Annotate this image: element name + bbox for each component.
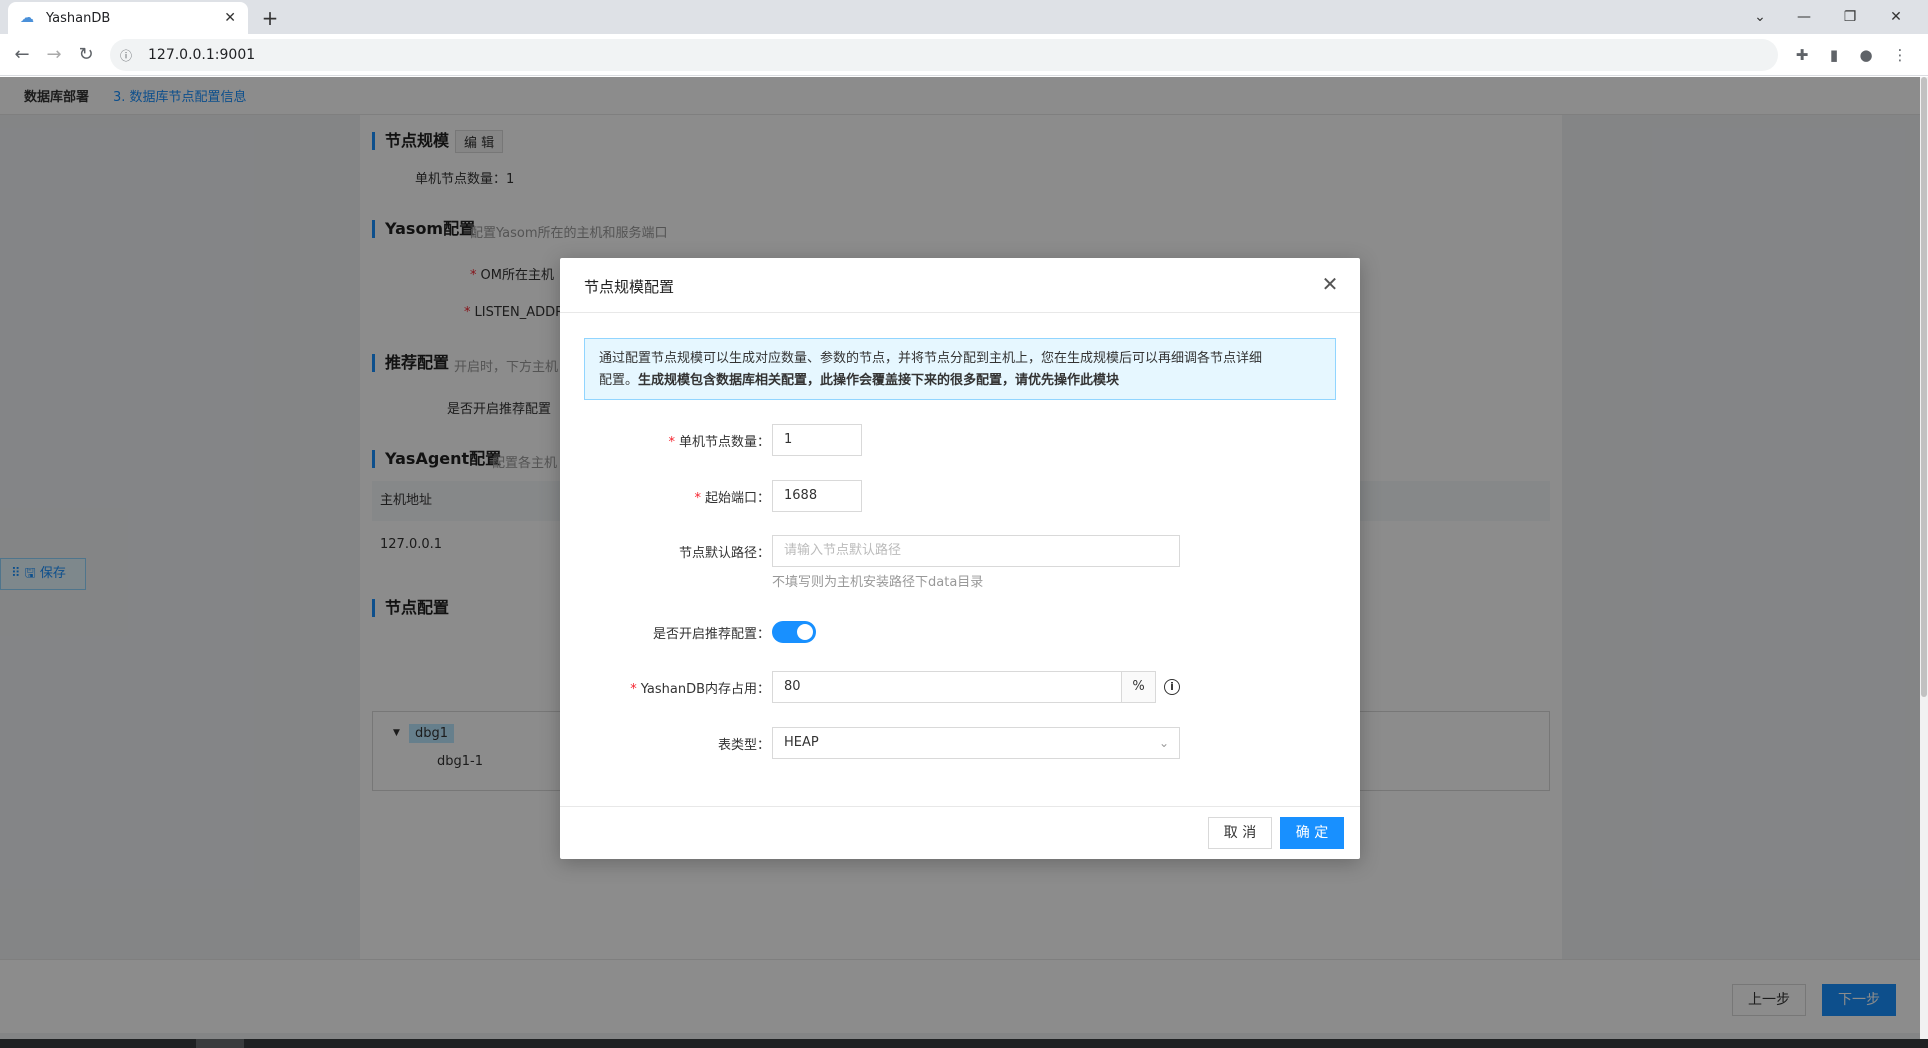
default-path-input[interactable]: 请输入节点默认路径	[772, 535, 1180, 567]
default-path-label: 节点默认路径：	[678, 546, 770, 561]
recommend-label: 是否开启推荐配置：	[652, 627, 770, 642]
table-type-select[interactable]: HEAP ⌄	[772, 727, 1180, 759]
browser-toolbar: ← → ↻ ⓘ 127.0.0.1:9001 ✚ ▮ ● ⋮	[0, 34, 1928, 76]
browser-tab[interactable]: ☁ YashanDB ✕	[8, 2, 248, 34]
info-icon[interactable]: i	[1164, 679, 1180, 695]
row-memory: * YashanDB内存占用： 80 % i	[560, 671, 1360, 703]
reload-icon[interactable]: ↻	[74, 43, 98, 67]
cancel-button[interactable]: 取 消	[1208, 817, 1272, 849]
table-type-label: 表类型：	[717, 738, 770, 753]
minimize-icon[interactable]: —	[1784, 4, 1824, 30]
confirm-button[interactable]: 确 定	[1280, 817, 1344, 849]
row-recommend: 是否开启推荐配置：	[560, 616, 1360, 648]
modal-footer: 取 消 确 定	[560, 806, 1360, 859]
memory-label: * YashanDB内存占用：	[630, 682, 770, 697]
taskbar	[0, 1039, 1928, 1048]
row-node-count: * 单机节点数量： 1	[560, 424, 1360, 456]
row-default-path: 节点默认路径： 请输入节点默认路径 不填写则为主机安装路径下data目录	[560, 535, 1360, 590]
modal-title: 节点规模配置	[560, 258, 1360, 313]
notice-box: 通过配置节点规模可以生成对应数量、参数的节点，并将节点分配到主机上，您在生成规模…	[584, 338, 1336, 400]
notice-line1: 通过配置节点规模可以生成对应数量、参数的节点，并将节点分配到主机上，您在生成规模…	[599, 351, 1263, 366]
row-start-port: * 起始端口： 1688	[560, 480, 1360, 512]
notice-line2: 配置。生成规模包含数据库相关配置，此操作会覆盖接下来的很多配置，请优先操作此模块	[599, 373, 1120, 388]
memory-input[interactable]: 80	[772, 671, 1122, 703]
node-count-input[interactable]: 1	[772, 424, 862, 456]
default-path-hint: 不填写则为主机安装路径下data目录	[772, 575, 984, 590]
recommend-switch[interactable]	[772, 621, 816, 643]
info-icon[interactable]: ⓘ	[120, 47, 136, 64]
plus-icon[interactable]: +	[258, 6, 282, 30]
forward-icon[interactable]: →	[42, 43, 66, 67]
restore-icon[interactable]: ❐	[1830, 4, 1870, 30]
chevron-down-icon: ⌄	[1158, 736, 1169, 750]
close-icon[interactable]: ✕	[1318, 272, 1342, 296]
start-port-input[interactable]: 1688	[772, 480, 862, 512]
extension-icon[interactable]: ✚	[1792, 45, 1812, 65]
address-bar[interactable]: ⓘ 127.0.0.1:9001	[110, 39, 1778, 71]
url-text: 127.0.0.1:9001	[148, 47, 256, 63]
node-count-label: * 单机节点数量：	[668, 435, 770, 450]
menu-icon[interactable]: ⋮	[1890, 45, 1910, 65]
switch-knob	[797, 624, 813, 640]
back-icon[interactable]: ←	[10, 43, 34, 67]
tab-title: YashanDB	[46, 10, 111, 26]
chevron-down-icon[interactable]: ⌄	[1740, 4, 1780, 30]
start-port-label: * 起始端口：	[694, 491, 770, 506]
row-table-type: 表类型： HEAP ⌄	[560, 727, 1360, 759]
window-close-icon[interactable]: ✕	[1876, 4, 1916, 30]
favicon-icon: ☁	[20, 10, 34, 26]
taskbar-item[interactable]	[196, 1039, 244, 1048]
page-scrollbar[interactable]	[1920, 77, 1928, 1048]
profile-icon[interactable]: ●	[1856, 45, 1876, 65]
node-scale-modal: 节点规模配置 ✕ 通过配置节点规模可以生成对应数量、参数的节点，并将节点分配到主…	[560, 258, 1360, 859]
close-icon[interactable]: ✕	[224, 10, 236, 26]
scrollbar-thumb[interactable]	[1921, 77, 1927, 697]
sidepanel-icon[interactable]: ▮	[1824, 45, 1844, 65]
memory-unit: %	[1122, 671, 1156, 703]
browser-tabstrip: ☁ YashanDB ✕ + ⌄ — ❐ ✕	[0, 0, 1928, 34]
